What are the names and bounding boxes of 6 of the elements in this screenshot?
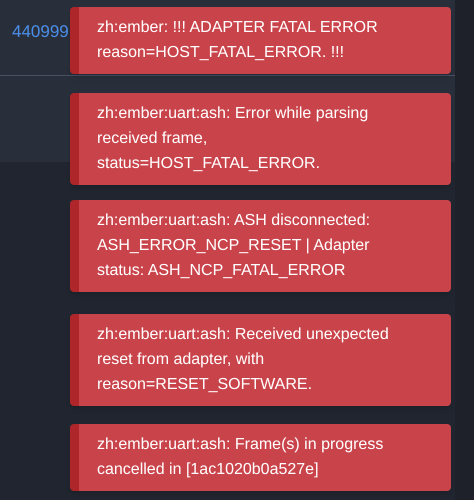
toast-message: zh:ember:uart:ash: Frame(s) in progress cancelled in [1ac1020b0a527e]: [97, 435, 384, 480]
id-link[interactable]: 440999: [12, 18, 69, 44]
toast-message: zh:ember: !!! ADAPTER FATAL ERROR reason=HOST_FATAL_ERROR. !!!: [97, 18, 379, 63]
toast-message: zh:ember:uart:ash: ASH disconnected: ASH_ERROR_NCP_RESET | Adapter status: ASH_NCP_FATAL_ERROR: [97, 211, 372, 281]
toast-message: zh:ember:uart:ash: Error while parsing received frame, status=HOST_FATAL_ERROR.: [97, 104, 370, 174]
toast-message: zh:ember:uart:ash: Received unexpected reset from adapter, with reason=RESET_SOFTWARE.: [97, 325, 390, 395]
